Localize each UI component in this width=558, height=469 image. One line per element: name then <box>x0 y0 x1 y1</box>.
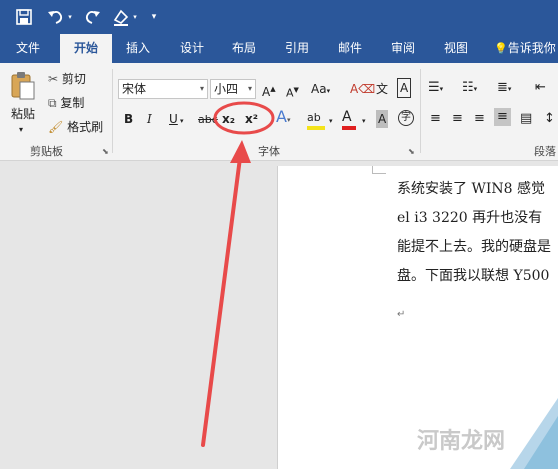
italic-button[interactable]: I <box>147 110 152 128</box>
format-dropdown-icon[interactable]: ▾ <box>131 6 139 28</box>
justify-icon[interactable]: ≡ <box>494 108 511 126</box>
line-spacing-icon[interactable]: ↕ <box>544 110 555 128</box>
paragraph-mark-icon: ↵ <box>397 309 406 320</box>
subscript-button[interactable]: x₂ <box>222 110 235 128</box>
chevron-down-icon[interactable]: ▾ <box>148 6 160 28</box>
tab-insert[interactable]: 插入 <box>116 34 160 63</box>
cut-button[interactable]: ✂ 剪切 <box>48 70 86 88</box>
ribbon-tabs: 文件 开始 插入 设计 布局 引用 邮件 审阅 视图 💡告诉我你 <box>0 34 558 63</box>
tab-review[interactable]: 审阅 <box>381 34 425 63</box>
document-margin-area <box>0 161 277 469</box>
highlight-color-icon[interactable]: ab <box>307 108 325 130</box>
paste-dropdown-icon[interactable]: ▾ <box>19 121 23 139</box>
align-right-icon[interactable]: ≡ <box>474 110 485 128</box>
bold-button[interactable]: B <box>124 110 133 128</box>
grow-font-label: A <box>262 85 271 99</box>
font-name-combo[interactable]: 宋体 ▾ <box>118 79 208 99</box>
paste-icon[interactable] <box>10 71 36 101</box>
underline-button[interactable]: U ▾ <box>169 110 184 130</box>
paragraph-group-label: 段落 <box>534 145 556 158</box>
tab-file[interactable]: 文件 <box>6 34 50 63</box>
font-group-label: 字体 <box>258 145 280 158</box>
copy-icon: ⧉ <box>48 96 57 110</box>
multilevel-list-icon[interactable]: ≣▾ <box>497 79 511 98</box>
format-painter-button[interactable]: 🖌 格式刷 <box>48 118 103 136</box>
align-left-icon[interactable]: ≡ <box>430 110 441 128</box>
ribbon: 粘贴 ▾ ✂ 剪切 ⧉ 复制 🖌 格式刷 剪贴板 ⬊ 宋体 ▾ 小四 ▾ A▲ … <box>0 63 558 161</box>
tell-me-label: 告诉我你 <box>507 41 556 55</box>
doc-line-3[interactable]: 能提不上去。我的硬盘是 <box>397 236 551 256</box>
copy-label: 复制 <box>60 96 85 110</box>
tab-design[interactable]: 设计 <box>170 34 214 63</box>
distributed-icon[interactable]: ▤ <box>520 110 532 128</box>
cut-label: 剪切 <box>61 72 86 86</box>
clipboard-group-label: 剪贴板 <box>30 145 63 158</box>
tell-me-box[interactable]: 💡告诉我你 <box>494 34 558 63</box>
shrink-font-label: A <box>286 86 294 100</box>
change-case-button[interactable]: Aa▾ <box>311 80 330 100</box>
change-case-label: Aa <box>311 82 327 96</box>
watermark-badge-icon <box>510 398 558 469</box>
group-divider <box>112 69 113 153</box>
scissors-icon: ✂ <box>48 72 59 86</box>
highlight-dropdown-icon[interactable]: ▾ <box>329 112 333 130</box>
doc-line-2[interactable]: el i3 3220 再升也没有 <box>397 207 542 227</box>
font-color-icon[interactable]: A <box>342 108 356 130</box>
tab-layout[interactable]: 布局 <box>222 34 266 63</box>
align-center-icon[interactable]: ≡ <box>452 110 463 128</box>
underline-label: U <box>169 112 178 126</box>
doc-line-4[interactable]: 盘。下面我以联想 Y500 <box>397 265 549 285</box>
undo-icon[interactable] <box>46 6 66 28</box>
decrease-indent-icon[interactable]: ⇤ <box>535 79 546 97</box>
quick-access-toolbar: ▾ ▾ ▾ <box>0 0 558 34</box>
copy-button[interactable]: ⧉ 复制 <box>48 94 84 112</box>
character-border-icon[interactable]: A <box>397 78 412 98</box>
font-color-dropdown-icon[interactable]: ▾ <box>362 112 366 130</box>
shading-icon[interactable]: A <box>376 110 389 128</box>
text-effects-icon[interactable]: A▾ <box>276 108 290 129</box>
font-size-combo[interactable]: 小四 ▾ <box>210 79 256 99</box>
lightbulb-icon: 💡 <box>494 42 508 55</box>
format-painter-icon[interactable] <box>111 6 131 28</box>
margin-corner-mark <box>372 166 386 174</box>
font-name-value: 宋体 <box>122 82 147 96</box>
chevron-down-icon: ▾ <box>247 84 252 93</box>
undo-dropdown-icon[interactable]: ▾ <box>66 6 74 28</box>
font-launcher-icon[interactable]: ⬊ <box>408 147 415 156</box>
chevron-down-icon: ▾ <box>199 84 204 93</box>
doc-line-1[interactable]: 系统安装了 WIN8 感觉 <box>397 178 545 198</box>
format-painter-label: 格式刷 <box>67 120 104 134</box>
superscript-button[interactable]: x² <box>245 110 258 128</box>
enclose-characters-icon[interactable]: 字 <box>398 110 414 126</box>
clear-formatting-icon[interactable]: A⌫ <box>350 80 375 98</box>
shrink-font-button[interactable]: A▼ <box>286 81 299 103</box>
save-icon[interactable] <box>14 6 34 28</box>
tab-references[interactable]: 引用 <box>275 34 319 63</box>
phonetic-guide-icon[interactable]: 文 <box>376 80 388 98</box>
group-divider <box>420 69 421 153</box>
font-size-value: 小四 <box>214 82 239 96</box>
tab-home[interactable]: 开始 <box>60 34 112 63</box>
numbering-icon[interactable]: ☷▾ <box>462 79 477 98</box>
grow-font-button[interactable]: A▲ <box>262 80 276 101</box>
redo-icon[interactable] <box>82 6 102 28</box>
paintbrush-icon: 🖌 <box>48 120 64 134</box>
clipboard-launcher-icon[interactable]: ⬊ <box>102 147 109 156</box>
watermark-text: 河南龙网 <box>417 429 506 454</box>
strikethrough-button[interactable]: abc <box>198 111 218 129</box>
tab-mailings[interactable]: 邮件 <box>328 34 372 63</box>
bullets-icon[interactable]: ☰▾ <box>428 79 443 98</box>
tab-view[interactable]: 视图 <box>434 34 478 63</box>
